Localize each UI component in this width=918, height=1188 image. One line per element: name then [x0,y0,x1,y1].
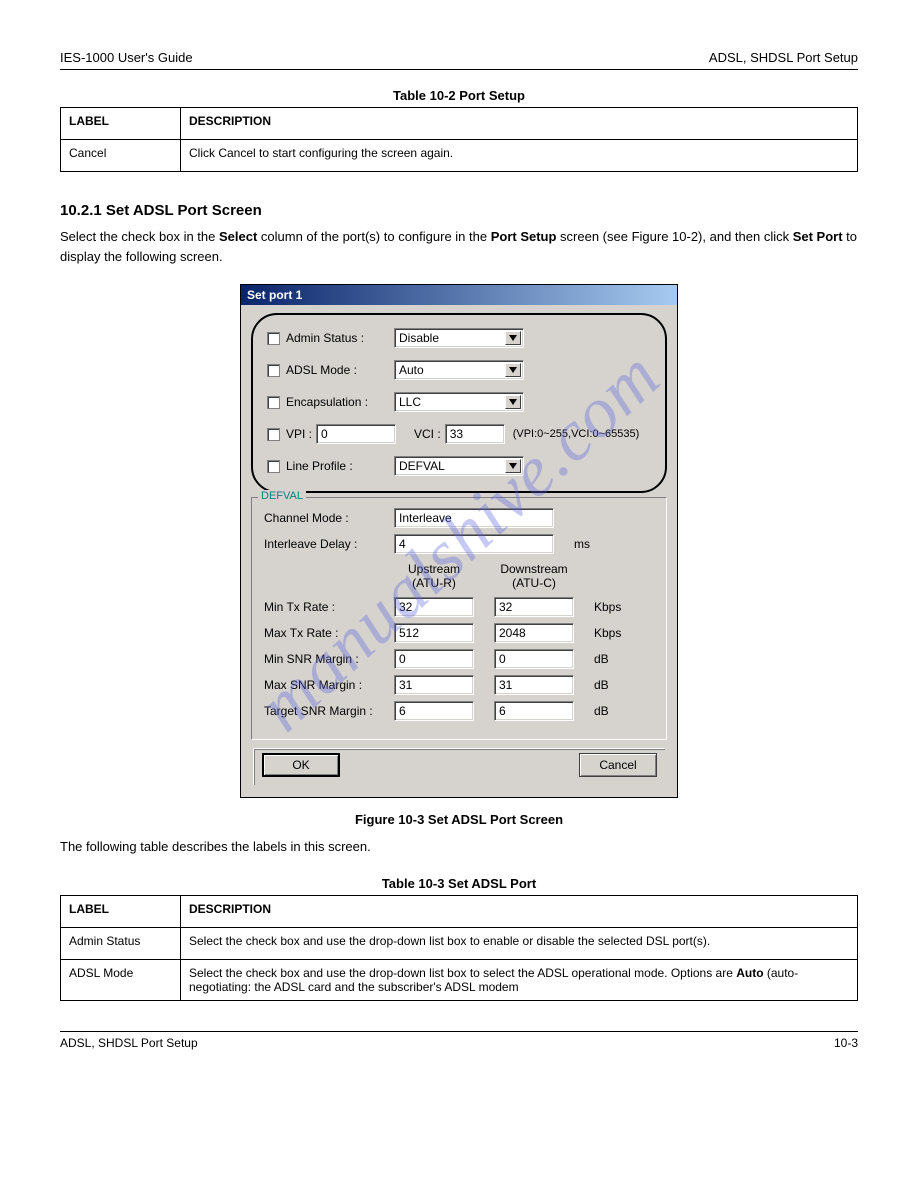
max-tx-label: Max Tx Rate : [264,626,394,640]
min-tx-down: 32 [494,597,574,617]
table-10-2: LABEL DESCRIPTION Cancel Click Cancel to… [60,107,858,172]
target-snr-down: 6 [494,701,574,721]
channel-mode-label: Channel Mode : [264,511,394,525]
upstream-header: Upstream (ATU-R) [394,562,474,591]
interleave-delay-unit: ms [574,537,624,551]
manual-title: IES-1000 User's Guide [60,50,709,65]
chevron-down-icon [505,395,521,409]
vpi-vci-hint: (VPI:0~255,VCI:0~65535) [513,428,640,440]
vpi-input[interactable]: 0 [316,424,396,444]
min-tx-unit: Kbps [594,600,644,614]
table1-row1-desc: Click Cancel to start configuring the sc… [181,140,858,172]
table2-row1-label: Admin Status [61,928,181,960]
vci-label: VCI : [414,427,441,441]
table2-row1-desc: Select the check box and use the drop-do… [181,928,858,960]
figure-10-3: manualshive.com Set port 1 Admin Status … [60,284,858,798]
adsl-mode-select[interactable]: Auto [394,360,524,380]
adsl-mode-label: ADSL Mode : [286,363,394,377]
vpi-label: VPI : [286,427,312,441]
footer-section: ADSL, SHDSL Port Setup [60,1036,198,1050]
interleave-delay-value: 4 [394,534,554,554]
ok-button[interactable]: OK [262,753,340,777]
line-profile-checkbox[interactable] [267,460,280,473]
max-snr-down: 31 [494,675,574,695]
downstream-header: Downstream (ATU-C) [494,562,574,591]
dialog-titlebar: Set port 1 [241,285,677,305]
min-snr-unit: dB [594,652,644,666]
section-text-2: The following table describes the labels… [60,837,858,857]
table2-head-desc: DESCRIPTION [181,896,858,928]
footer-page-number: 10-3 [834,1036,858,1050]
chevron-down-icon [505,331,521,345]
table2-row2-label: ADSL Mode [61,960,181,1001]
dialog-title: Set port 1 [247,288,302,302]
table1-caption: Table 10-2 Port Setup [60,88,858,103]
adsl-mode-checkbox[interactable] [267,364,280,377]
admin-status-label: Admin Status : [286,331,394,345]
page-header: IES-1000 User's Guide ADSL, SHDSL Port S… [60,50,858,70]
channel-mode-value: Interleave [394,508,554,528]
chevron-down-icon [505,459,521,473]
min-tx-up: 32 [394,597,474,617]
max-snr-label: Max SNR Margin : [264,678,394,692]
table-10-3: LABEL DESCRIPTION Admin Status Select th… [60,895,858,1001]
vpi-vci-checkbox[interactable] [267,428,280,441]
table1-head-label: LABEL [61,108,181,140]
cancel-button[interactable]: Cancel [579,753,657,777]
page-footer: ADSL, SHDSL Port Setup 10-3 [60,1031,858,1050]
max-tx-down: 2048 [494,623,574,643]
figure-caption: Figure 10-3 Set ADSL Port Screen [60,812,858,827]
min-snr-label: Min SNR Margin : [264,652,394,666]
min-tx-label: Min Tx Rate : [264,600,394,614]
table2-row2-desc: Select the check box and use the drop-do… [181,960,858,1001]
max-snr-up: 31 [394,675,474,695]
table1-head-desc: DESCRIPTION [181,108,858,140]
target-snr-up: 6 [394,701,474,721]
min-snr-up: 0 [394,649,474,669]
encapsulation-select[interactable]: LLC [394,392,524,412]
port-settings-group: Admin Status : Disable ADSL Mode : Auto [251,313,667,493]
target-snr-unit: dB [594,704,644,718]
section-10-2-1-text: Select the check box in the Select colum… [60,227,858,266]
interleave-delay-label: Interleave Delay : [264,537,394,551]
admin-status-select[interactable]: Disable [394,328,524,348]
fieldset-legend: DEFVAL [258,490,306,502]
encapsulation-label: Encapsulation : [286,395,394,409]
dialog-button-bar: OK Cancel [253,748,665,785]
max-tx-unit: Kbps [594,626,644,640]
table2-caption: Table 10-3 Set ADSL Port [60,876,858,891]
max-snr-unit: dB [594,678,644,692]
chapter-title: ADSL, SHDSL Port Setup [709,50,858,65]
defval-fieldset: DEFVAL Channel Mode : Interleave Interle… [251,497,667,740]
vci-input[interactable]: 33 [445,424,505,444]
chevron-down-icon [505,363,521,377]
table2-head-label: LABEL [61,896,181,928]
line-profile-select[interactable]: DEFVAL [394,456,524,476]
max-tx-up: 512 [394,623,474,643]
admin-status-checkbox[interactable] [267,332,280,345]
target-snr-label: Target SNR Margin : [264,704,394,718]
table1-row1-label: Cancel [61,140,181,172]
section-10-2-1-heading: 10.2.1 Set ADSL Port Screen [60,202,858,219]
min-snr-down: 0 [494,649,574,669]
encapsulation-checkbox[interactable] [267,396,280,409]
set-port-dialog: Set port 1 Admin Status : Disable AD [240,284,678,798]
line-profile-label: Line Profile : [286,459,394,473]
